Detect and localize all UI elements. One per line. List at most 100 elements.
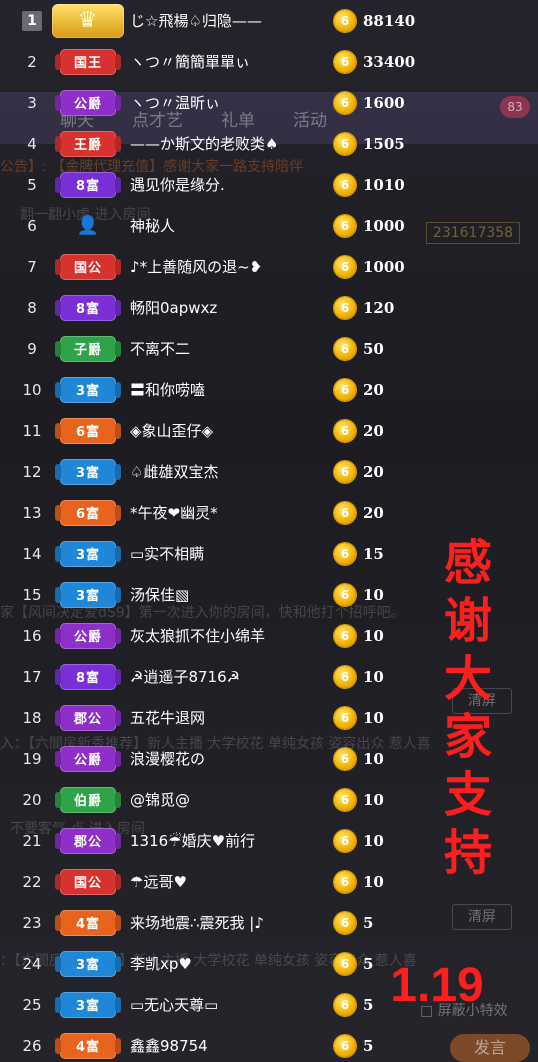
badge-slot: 3富 xyxy=(50,991,126,1018)
thanks-char: 支 xyxy=(443,767,492,823)
user-nickname[interactable]: ▭无心天尊▭ xyxy=(126,994,334,1015)
ranking-row[interactable]: 23 4富 来场地震∴震死我 |♪ 6 5 xyxy=(14,902,434,943)
rank-number: 22 xyxy=(22,872,42,891)
thanks-char: 感 xyxy=(443,535,492,591)
rank-badge: 3富 xyxy=(60,950,116,977)
badge-slot: 郡公 xyxy=(50,704,126,731)
rank-badge: 王爵 xyxy=(60,130,116,157)
badge-slot: 4富 xyxy=(50,1032,126,1059)
ranking-row[interactable]: 3 公爵 ヽつ〃温昕ぃ 6 1600 xyxy=(14,82,434,123)
user-nickname[interactable]: じ☆飛楊♤归隐—— xyxy=(126,10,334,31)
badge-slot: 公爵 xyxy=(50,622,126,649)
ranking-row[interactable]: 18 郡公 五花牛退网 6 10 xyxy=(14,697,434,738)
rank-number: 7 xyxy=(27,257,37,276)
ranking-row[interactable]: 11 6富 ◈象山歪仔◈ 6 20 xyxy=(14,410,434,451)
user-nickname[interactable]: ◈象山歪仔◈ xyxy=(126,420,334,441)
user-nickname[interactable]: 畅阳0apwxz xyxy=(126,297,334,318)
ranking-row[interactable]: 15 3富 汤保佳▧ 6 10 xyxy=(14,574,434,615)
ranking-row[interactable]: 20 伯爵 @锦觅@ 6 10 xyxy=(14,779,434,820)
rank-number: 12 xyxy=(22,462,42,481)
user-nickname[interactable]: 来场地震∴震死我 |♪ xyxy=(126,912,334,933)
coin-icon: 6 xyxy=(334,747,356,770)
ranking-row[interactable]: 24 3富 李凯xp♥ 6 5 xyxy=(14,943,434,984)
thanks-caption: 感 谢 大 家 支 持 xyxy=(423,534,513,882)
coin-icon: 6 xyxy=(334,9,356,32)
rank-badge: 国公 xyxy=(60,253,116,280)
user-nickname[interactable]: @锦觅@ xyxy=(126,789,334,810)
ranking-row[interactable]: 2 国王 ヽつ〃簡簡單單ぃ 6 33400 xyxy=(14,41,434,82)
user-nickname[interactable]: ♪*上善随风の退~❥ xyxy=(126,256,334,277)
user-nickname[interactable]: ——か斯文的老败类♠ xyxy=(126,133,334,154)
coin-icon: 6 xyxy=(334,665,356,688)
ranking-row[interactable]: 7 国公 ♪*上善随风の退~❥ 6 1000 xyxy=(14,246,434,287)
user-nickname[interactable]: 1316☔婚庆♥前行 xyxy=(126,830,334,851)
gift-amount: 1600 xyxy=(363,93,405,112)
thanks-date: 1.19 xyxy=(390,959,484,1012)
badge-slot: 3富 xyxy=(50,581,126,608)
user-nickname[interactable]: 五花牛退网 xyxy=(126,707,334,728)
user-nickname[interactable]: ☭逍遥子8716☭ xyxy=(126,666,334,687)
ranking-row[interactable]: 16 公爵 灰太狼抓不住小绵羊 6 10 xyxy=(14,615,434,656)
badge-slot: 伯爵 xyxy=(50,786,126,813)
user-nickname[interactable]: 汤保佳▧ xyxy=(126,584,334,605)
badge-slot: 3富 xyxy=(50,540,126,567)
ranking-row[interactable]: 17 8富 ☭逍遥子8716☭ 6 10 xyxy=(14,656,434,697)
ranking-row[interactable]: 9 子爵 不离不二 6 50 xyxy=(14,328,434,369)
badge-slot: 国王 xyxy=(50,48,126,75)
user-nickname[interactable]: 李凯xp♥ xyxy=(126,953,334,974)
badge-slot: 王爵 xyxy=(50,130,126,157)
ranking-row[interactable]: 4 王爵 ——か斯文的老败类♠ 6 1505 xyxy=(14,123,434,164)
send-message-button[interactable]: 发言 xyxy=(450,1034,530,1062)
rank-number: 20 xyxy=(22,790,42,809)
coin-icon: 6 xyxy=(334,788,356,811)
ranking-row[interactable]: 21 郡公 1316☔婚庆♥前行 6 10 xyxy=(14,820,434,861)
clear-screen-button[interactable]: 清屏 xyxy=(452,904,512,930)
badge-slot: 国公 xyxy=(50,253,126,280)
mystery-avatar-icon: 👤 xyxy=(76,215,100,236)
rank-badge: 3富 xyxy=(60,540,116,567)
user-nickname[interactable]: 神秘人 xyxy=(126,215,334,236)
ranking-row[interactable]: 13 6富 *午夜❤幽灵* 6 20 xyxy=(14,492,434,533)
rank-badge: 8富 xyxy=(60,663,116,690)
user-nickname[interactable]: 〓和你唠嗑 xyxy=(126,379,334,400)
ranking-row[interactable]: 22 国公 ☂远哥♥ 6 10 xyxy=(14,861,434,902)
ranking-row[interactable]: 19 公爵 浪漫樱花の 6 10 xyxy=(14,738,434,779)
ranking-row[interactable]: 5 8富 遇见你是缘分. 6 1010 xyxy=(14,164,434,205)
gift-amount: 120 xyxy=(363,298,395,317)
user-nickname[interactable]: 鑫鑫98754 xyxy=(126,1035,334,1056)
rank-badge: 3富 xyxy=(60,581,116,608)
rank-number: 13 xyxy=(22,503,42,522)
badge-slot: 👤 xyxy=(50,215,126,236)
ranking-row[interactable]: 1 ♛ じ☆飛楊♤归隐—— 6 88140 xyxy=(14,0,434,41)
ranking-row[interactable]: 10 3富 〓和你唠嗑 6 20 xyxy=(14,369,434,410)
user-nickname[interactable]: 灰太狼抓不住小绵羊 xyxy=(126,625,334,646)
ranking-row[interactable]: 12 3富 ♤雌雄双宝杰 6 20 xyxy=(14,451,434,492)
badge-slot: ♛ xyxy=(50,3,126,38)
rank-number: 15 xyxy=(22,585,42,604)
user-nickname[interactable]: 不离不二 xyxy=(126,338,334,359)
badge-slot: 4富 xyxy=(50,909,126,936)
user-nickname[interactable]: ▭实不相瞒 xyxy=(126,543,334,564)
rank-number: 24 xyxy=(22,954,42,973)
rank-badge: 3富 xyxy=(60,991,116,1018)
user-nickname[interactable]: *午夜❤幽灵* xyxy=(126,502,334,523)
ranking-row[interactable]: 8 8富 畅阳0apwxz 6 120 xyxy=(14,287,434,328)
user-nickname[interactable]: ☂远哥♥ xyxy=(126,871,334,892)
rank-number: 26 xyxy=(22,1036,42,1055)
gift-amount: 5 xyxy=(363,913,374,932)
ranking-row[interactable]: 6 👤 神秘人 6 1000 xyxy=(14,205,434,246)
ranking-row[interactable]: 25 3富 ▭无心天尊▭ 6 5 xyxy=(14,984,434,1025)
user-nickname[interactable]: ヽつ〃温昕ぃ xyxy=(126,92,334,113)
ranking-row[interactable]: 14 3富 ▭实不相瞒 6 15 xyxy=(14,533,434,574)
user-nickname[interactable]: ヽつ〃簡簡單單ぃ xyxy=(126,51,334,72)
user-nickname[interactable]: 遇见你是缘分. xyxy=(126,174,334,195)
badge-slot: 郡公 xyxy=(50,827,126,854)
ranking-row[interactable]: 26 4富 鑫鑫98754 6 5 xyxy=(14,1025,434,1062)
tab-count-badge: 83 xyxy=(500,96,530,118)
rank-badge: 3富 xyxy=(60,376,116,403)
coin-icon: 6 xyxy=(334,460,356,483)
user-nickname[interactable]: ♤雌雄双宝杰 xyxy=(126,461,334,482)
coin-icon: 6 xyxy=(334,91,356,114)
coin-icon: 6 xyxy=(334,132,356,155)
user-nickname[interactable]: 浪漫樱花の xyxy=(126,748,334,769)
